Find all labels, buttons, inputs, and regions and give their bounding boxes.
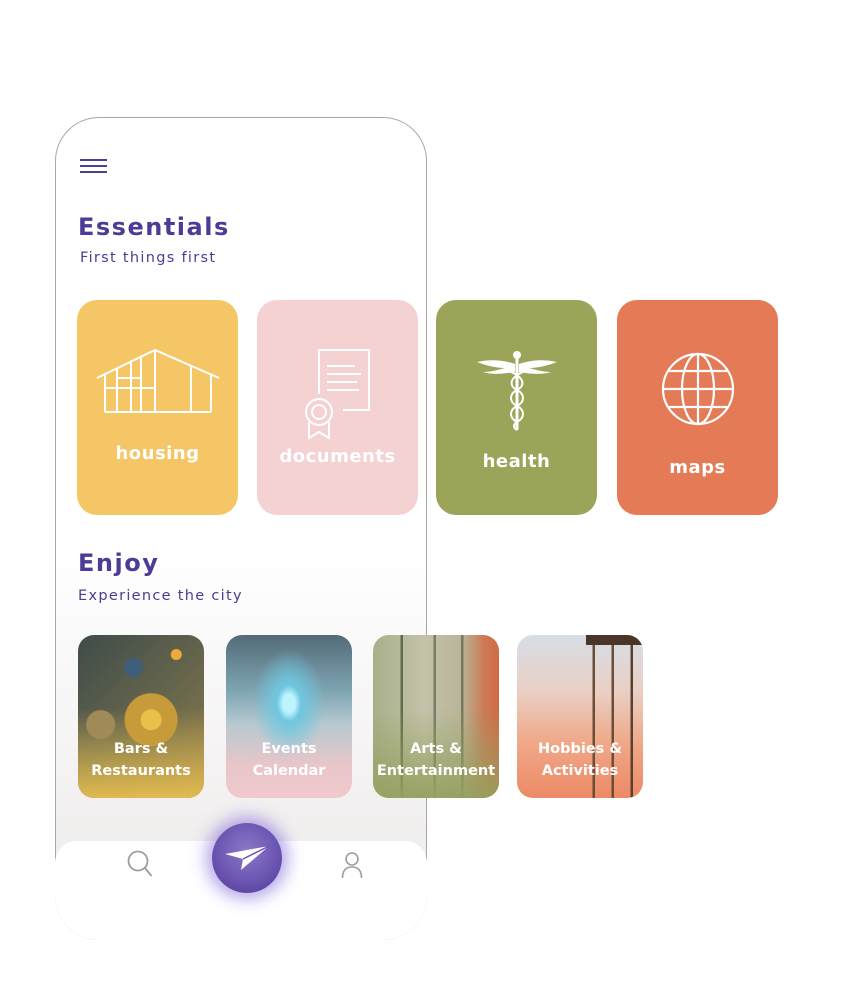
arts-entertainment-tile[interactable]: Arts & Entertainment bbox=[373, 635, 499, 798]
bars-restaurants-tile[interactable]: Bars & Restaurants bbox=[78, 635, 204, 798]
health-card[interactable]: health bbox=[436, 300, 597, 515]
housing-card[interactable]: housing bbox=[77, 300, 238, 515]
essentials-title: Essentials bbox=[78, 213, 230, 241]
caduceus-icon bbox=[476, 351, 557, 431]
hamburger-menu-icon[interactable] bbox=[80, 157, 108, 175]
search-icon[interactable] bbox=[127, 850, 153, 878]
house-frame-icon bbox=[96, 348, 219, 413]
maps-label: maps bbox=[669, 457, 726, 478]
maps-card[interactable]: maps bbox=[617, 300, 778, 515]
user-profile-icon[interactable] bbox=[341, 852, 363, 879]
essentials-subtitle: First things first bbox=[80, 250, 217, 266]
enjoy-title: Enjoy bbox=[78, 549, 160, 577]
enjoy-subtitle: Experience the city bbox=[78, 588, 243, 604]
bars-restaurants-label: Bars & Restaurants bbox=[91, 741, 191, 779]
events-calendar-label: Events Calendar bbox=[252, 741, 326, 779]
events-calendar-tile[interactable]: Events Calendar bbox=[226, 635, 352, 798]
hobbies-activities-label: Hobbies & Activities bbox=[538, 741, 622, 779]
housing-label: housing bbox=[115, 443, 200, 464]
paper-plane-icon bbox=[225, 845, 270, 870]
hobbies-activities-tile[interactable]: Hobbies & Activities bbox=[517, 635, 643, 798]
globe-icon bbox=[661, 352, 734, 426]
health-label: health bbox=[482, 451, 551, 472]
documents-label: documents bbox=[279, 446, 396, 467]
send-fab-button[interactable] bbox=[212, 823, 282, 893]
certificate-document-icon bbox=[304, 349, 370, 440]
arts-entertainment-label: Arts & Entertainment bbox=[376, 741, 496, 779]
documents-card[interactable]: documents bbox=[257, 300, 418, 515]
